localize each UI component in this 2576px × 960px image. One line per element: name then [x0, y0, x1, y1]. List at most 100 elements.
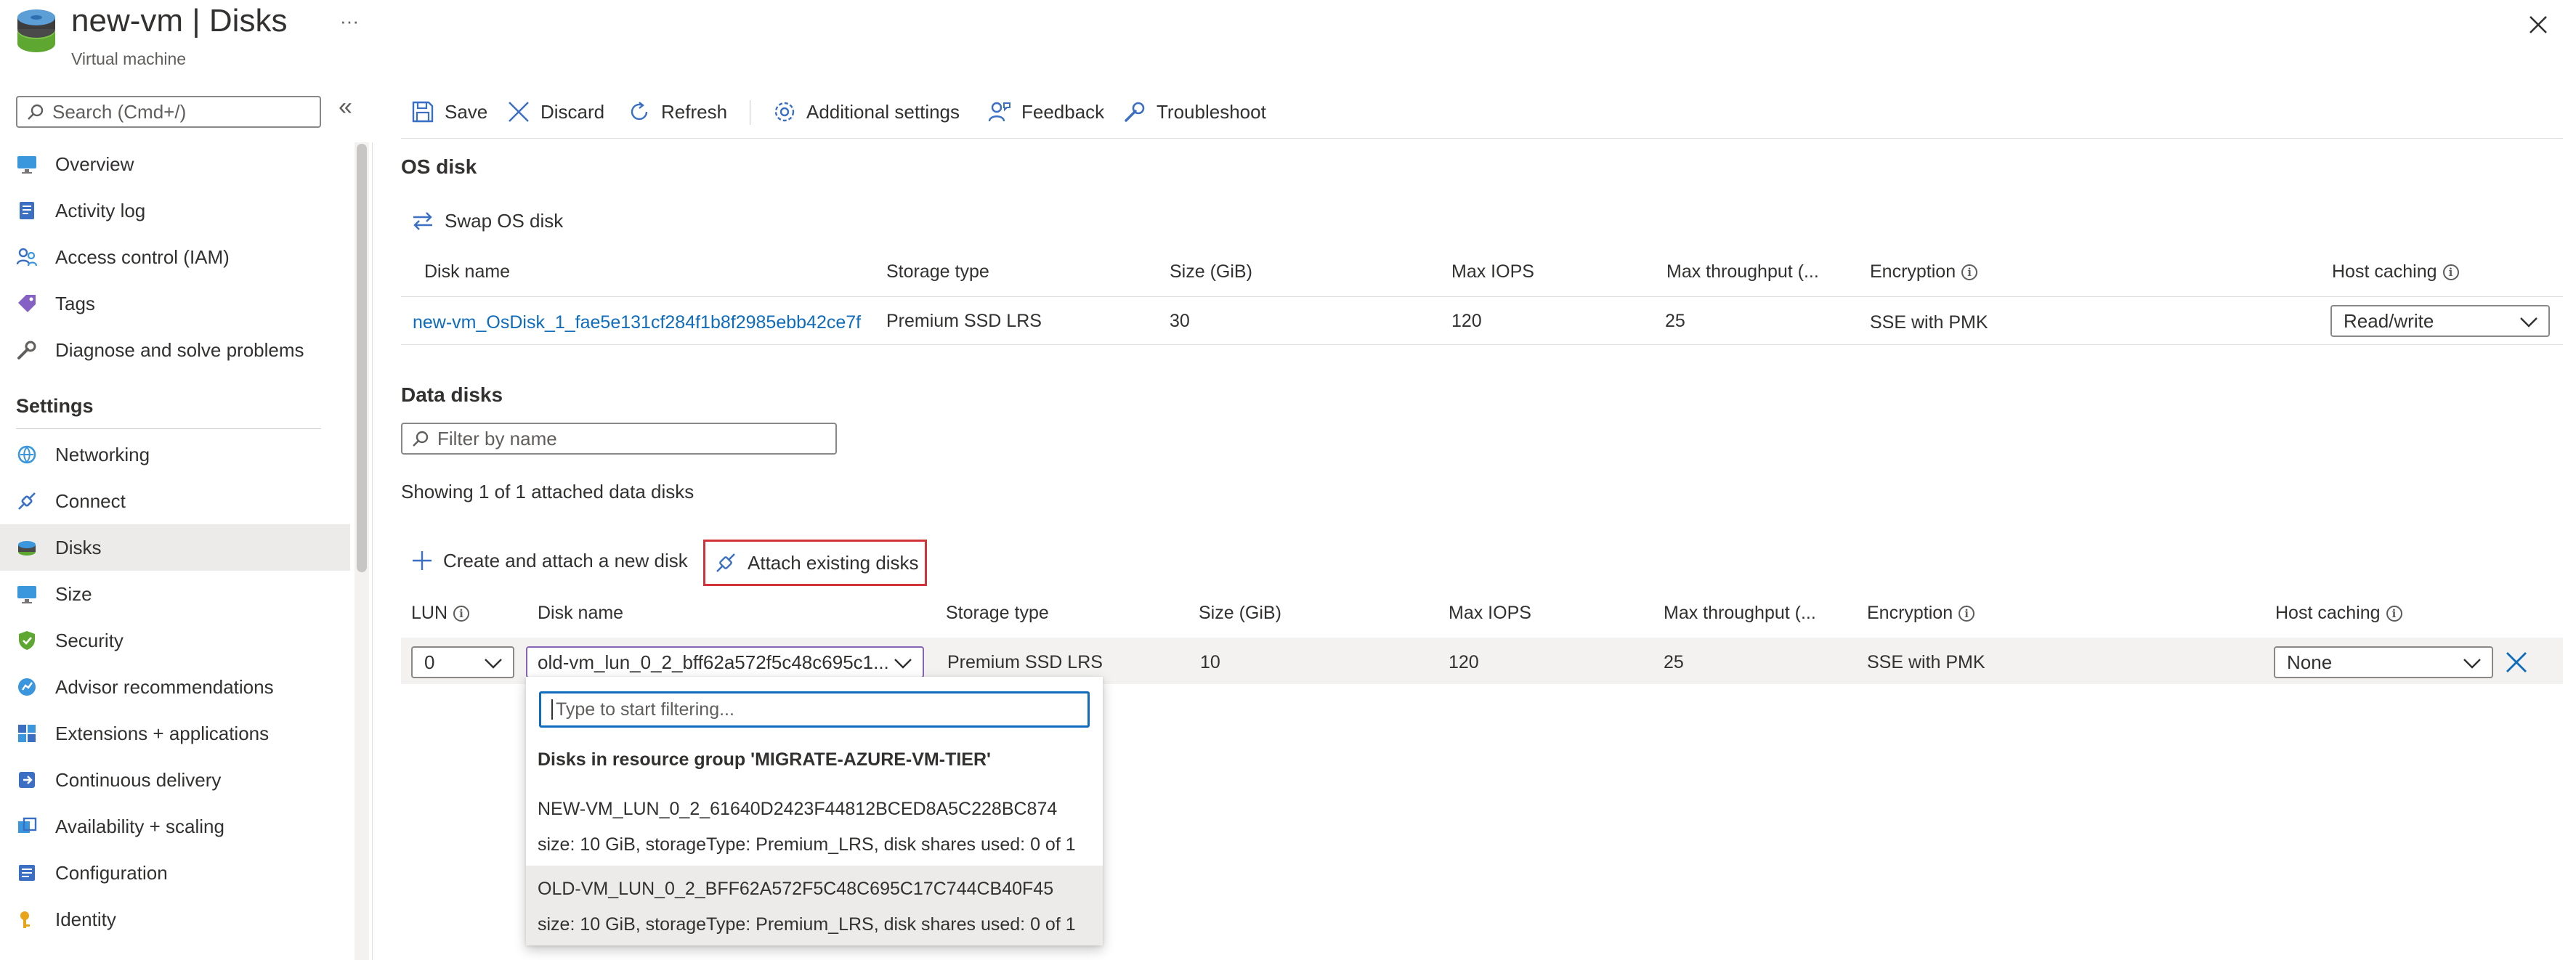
gear-icon: [773, 100, 796, 123]
sidebar-item-label: Diagnose and solve problems: [55, 338, 304, 361]
sidebar-item-label: Activity log: [55, 199, 146, 221]
troubleshoot-button[interactable]: Troubleshoot: [1123, 97, 1266, 126]
sidebar-item-configuration[interactable]: Configuration: [0, 850, 350, 896]
dropdown-option[interactable]: OLD-VM_LUN_0_2_BFF62A572F5C48C695C17C744…: [526, 866, 1103, 945]
sidebar-item-label: Connect: [55, 489, 126, 512]
feedback-button[interactable]: Feedback: [988, 97, 1104, 126]
data-disks-filter-placeholder: Filter by name: [437, 427, 557, 450]
attach-icon: [714, 551, 737, 574]
toolbar-divider: [401, 138, 2563, 139]
dropdown-option-name: NEW-VM_LUN_0_2_61640D2423F44812BCED8A5C2…: [538, 799, 1058, 819]
search-icon: [411, 430, 430, 449]
sidebar-item-networking[interactable]: Networking: [0, 431, 350, 478]
col-max-throughput: Max throughput (...: [1664, 603, 1816, 623]
col-storage-type: Storage type: [946, 603, 1049, 623]
showing-count-text: Showing 1 of 1 attached data disks: [401, 481, 694, 503]
os-disk-host-caching-select[interactable]: Read/write: [2330, 305, 2550, 337]
sidebar-scrollbar-thumb[interactable]: [357, 144, 367, 572]
extensions-icon: [16, 723, 38, 744]
disk-name-value: old-vm_lun_0_2_bff62a572f5c48c695c1...: [538, 651, 889, 673]
save-button[interactable]: Save: [411, 97, 487, 126]
advisor-icon: [16, 676, 38, 698]
sidebar-item-overview[interactable]: Overview: [0, 141, 350, 187]
data-disks-filter-input[interactable]: Filter by name: [401, 423, 837, 455]
data-disk-host-caching-select[interactable]: None: [2274, 646, 2493, 678]
sidebar-item-label: Networking: [55, 443, 150, 465]
os-disk-max-throughput: 25: [1665, 311, 1685, 331]
os-disk-name-link[interactable]: new-vm_OsDisk_1_fae5e131cf284f1b8f2985eb…: [413, 312, 861, 333]
info-icon[interactable]: i: [2442, 264, 2459, 280]
col-storage-type: Storage type: [886, 261, 989, 282]
sidebar-item-diagnose[interactable]: Diagnose and solve problems: [0, 327, 350, 373]
wrench-icon: [16, 339, 38, 361]
sidebar-item-advisor[interactable]: Advisor recommendations: [0, 664, 350, 710]
sidebar-item-disks[interactable]: Disks: [0, 524, 350, 571]
data-disk-encryption: SSE with PMK: [1867, 652, 1985, 672]
lun-value: 0: [424, 651, 435, 673]
sidebar-item-access-control[interactable]: Access control (IAM): [0, 234, 350, 280]
attach-existing-disks-button[interactable]: Attach existing disks: [703, 540, 927, 586]
sidebar-item-identity[interactable]: Identity: [0, 896, 350, 943]
sidebar-search-placeholder: Search (Cmd+/): [52, 100, 187, 123]
additional-settings-button[interactable]: Additional settings: [773, 97, 960, 126]
discard-icon: [507, 100, 530, 123]
save-label: Save: [445, 100, 488, 123]
sidebar-divider: [372, 142, 373, 960]
col-max-iops: Max IOPS: [1451, 261, 1534, 282]
sidebar-item-activity-log[interactable]: Activity log: [0, 187, 350, 234]
info-icon[interactable]: i: [1959, 605, 1975, 622]
col-max-iops: Max IOPS: [1449, 603, 1531, 623]
monitor-icon: [16, 153, 38, 175]
save-icon: [411, 100, 434, 123]
sidebar-item-label: Configuration: [55, 861, 168, 884]
col-size: Size (GiB): [1199, 603, 1281, 623]
disk-name-select[interactable]: old-vm_lun_0_2_bff62a572f5c48c695c1...: [526, 646, 924, 678]
discard-button[interactable]: Discard: [507, 97, 604, 126]
sidebar-item-availability[interactable]: Availability + scaling: [0, 803, 350, 850]
collapse-sidebar-button[interactable]: «: [339, 93, 352, 121]
sidebar-item-label: Access control (IAM): [55, 245, 230, 268]
dropdown-option-detail: size: 10 GiB, storageType: Premium_LRS, …: [538, 834, 1076, 855]
col-lun-label: LUN: [411, 603, 448, 623]
close-icon[interactable]: [2528, 15, 2548, 35]
discard-label: Discard: [540, 100, 605, 123]
refresh-button[interactable]: Refresh: [628, 97, 727, 126]
remove-data-disk-icon[interactable]: [2505, 651, 2528, 674]
os-disk-host-caching-value: Read/write: [2344, 309, 2434, 332]
page-title: new-vm | Disks: [71, 3, 288, 38]
sidebar-item-continuous-delivery[interactable]: Continuous delivery: [0, 757, 350, 803]
sidebar-item-connect[interactable]: Connect: [0, 478, 350, 524]
sidebar-item-security[interactable]: Security: [0, 617, 350, 664]
lun-select[interactable]: 0: [411, 646, 514, 678]
delivery-icon: [16, 769, 38, 791]
dropdown-filter-input[interactable]: Type to start filtering...: [539, 691, 1090, 728]
info-icon[interactable]: i: [453, 605, 470, 622]
swap-os-disk-button[interactable]: Swap OS disk: [411, 206, 563, 235]
sidebar-search-input[interactable]: Search (Cmd+/): [16, 96, 321, 128]
create-attach-disk-button[interactable]: Create and attach a new disk: [411, 546, 688, 575]
info-icon[interactable]: i: [1961, 264, 1978, 280]
col-encryption-label: Encryption: [1867, 603, 1953, 623]
os-disk-encryption: SSE with PMK: [1870, 312, 1988, 333]
page-subtitle: Virtual machine: [71, 49, 187, 68]
info-icon[interactable]: i: [2386, 605, 2402, 622]
refresh-label: Refresh: [661, 100, 728, 123]
col-lun: LUN i: [411, 603, 470, 624]
troubleshoot-label: Troubleshoot: [1157, 100, 1266, 123]
col-disk-name: Disk name: [424, 261, 511, 282]
sidebar-item-extensions[interactable]: Extensions + applications: [0, 710, 350, 757]
identity-icon: [16, 908, 38, 930]
dropdown-option-detail: size: 10 GiB, storageType: Premium_LRS, …: [538, 914, 1076, 935]
swap-os-disk-label: Swap OS disk: [445, 209, 564, 232]
more-options-button[interactable]: ···: [340, 10, 359, 33]
dropdown-group-header: Disks in resource group 'MIGRATE-AZURE-V…: [538, 749, 991, 770]
os-disk-header-divider: [401, 296, 2563, 297]
data-disk-max-throughput: 25: [1664, 652, 1684, 672]
sidebar-item-label: Disks: [55, 536, 102, 558]
chevron-down-icon: [894, 655, 912, 671]
sidebar-item-size[interactable]: Size: [0, 571, 350, 617]
dropdown-option[interactable]: NEW-VM_LUN_0_2_61640D2423F44812BCED8A5C2…: [526, 786, 1103, 866]
sidebar-item-tags[interactable]: Tags: [0, 280, 350, 327]
scaling-icon: [16, 815, 38, 837]
sidebar-item-label: Identity: [55, 908, 116, 930]
